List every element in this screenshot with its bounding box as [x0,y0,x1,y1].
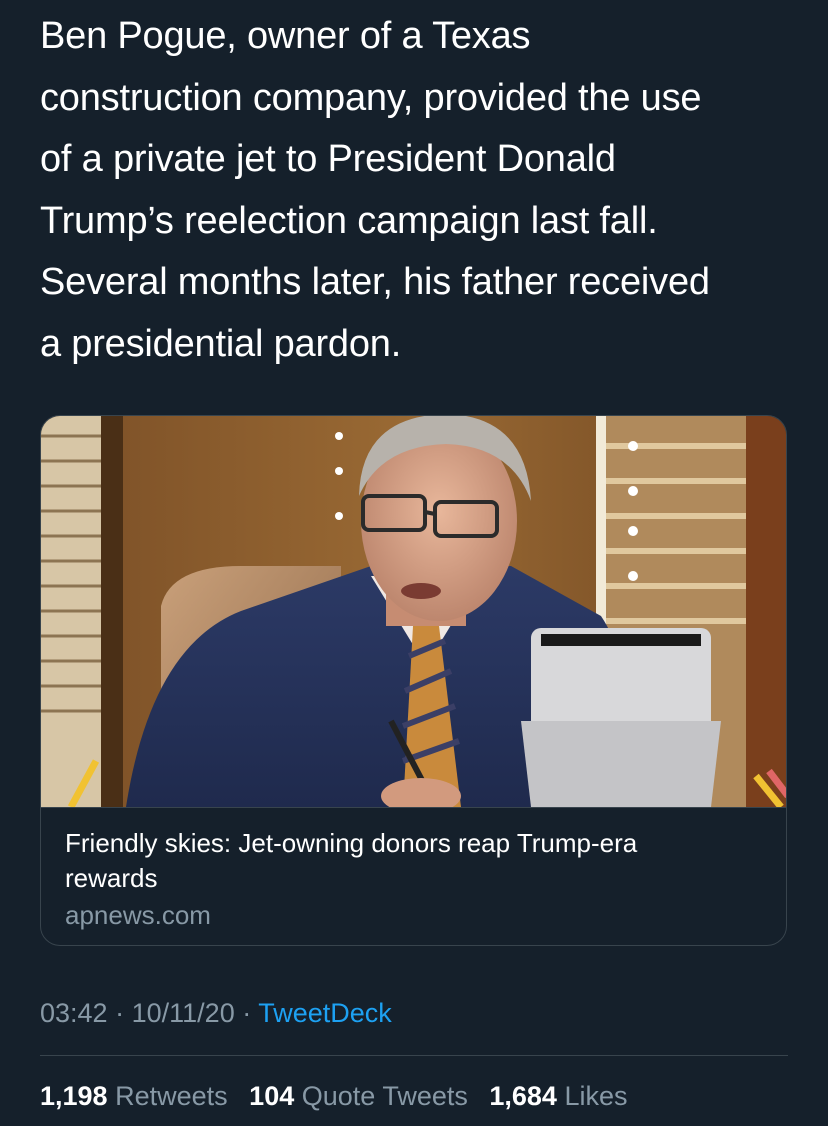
tweet-stats: 1,198 Retweets 104 Quote Tweets 1,684 Li… [40,1076,642,1116]
tweet-date[interactable]: 10/11/20 [132,998,235,1028]
tweet-text-line: Ben Pogue, owner of a Texas [40,15,531,57]
quote-tweets-label: Quote Tweets [301,1081,468,1111]
tweet-text-line: Trump’s reelection campaign last fall. [40,199,658,242]
tweet-text-line: of a private jet to President Donald [40,138,616,180]
link-card[interactable]: Friendly skies: Jet-owning donors reap T… [40,415,787,946]
tweet-meta: 03:42 · 10/11/20 · TweetDeck [40,993,392,1033]
likes-stat[interactable]: 1,684 Likes [489,1081,627,1111]
tweet-text-line: Several months later, his father receive… [40,261,710,303]
tweet-text-line: a presidential pardon. [40,322,402,365]
likes-label: Likes [564,1081,628,1111]
retweets-count: 1,198 [40,1081,108,1111]
card-image[interactable] [41,416,786,807]
meta-separator: · [115,998,125,1028]
divider [40,1055,788,1056]
retweets-stat[interactable]: 1,198 Retweets [40,1081,228,1111]
quote-tweets-count: 104 [249,1081,295,1111]
tweet-source-link[interactable]: TweetDeck [258,998,392,1028]
meta-separator: · [242,998,252,1028]
card-domain: apnews.com [65,900,211,930]
retweets-label: Retweets [115,1081,228,1111]
card-body[interactable]: Friendly skies: Jet-owning donors reap T… [41,807,786,945]
likes-count: 1,684 [489,1081,557,1111]
tweet-time[interactable]: 03:42 [40,998,108,1028]
quote-tweets-stat[interactable]: 104 Quote Tweets [249,1081,468,1111]
card-photo [41,416,786,807]
tweet-text: Ben Pogue, owner of a Texas construction… [40,6,800,375]
card-title[interactable]: Friendly skies: Jet-owning donors reap T… [65,826,725,896]
tweet-text-line: construction company, provided the use [40,76,702,119]
